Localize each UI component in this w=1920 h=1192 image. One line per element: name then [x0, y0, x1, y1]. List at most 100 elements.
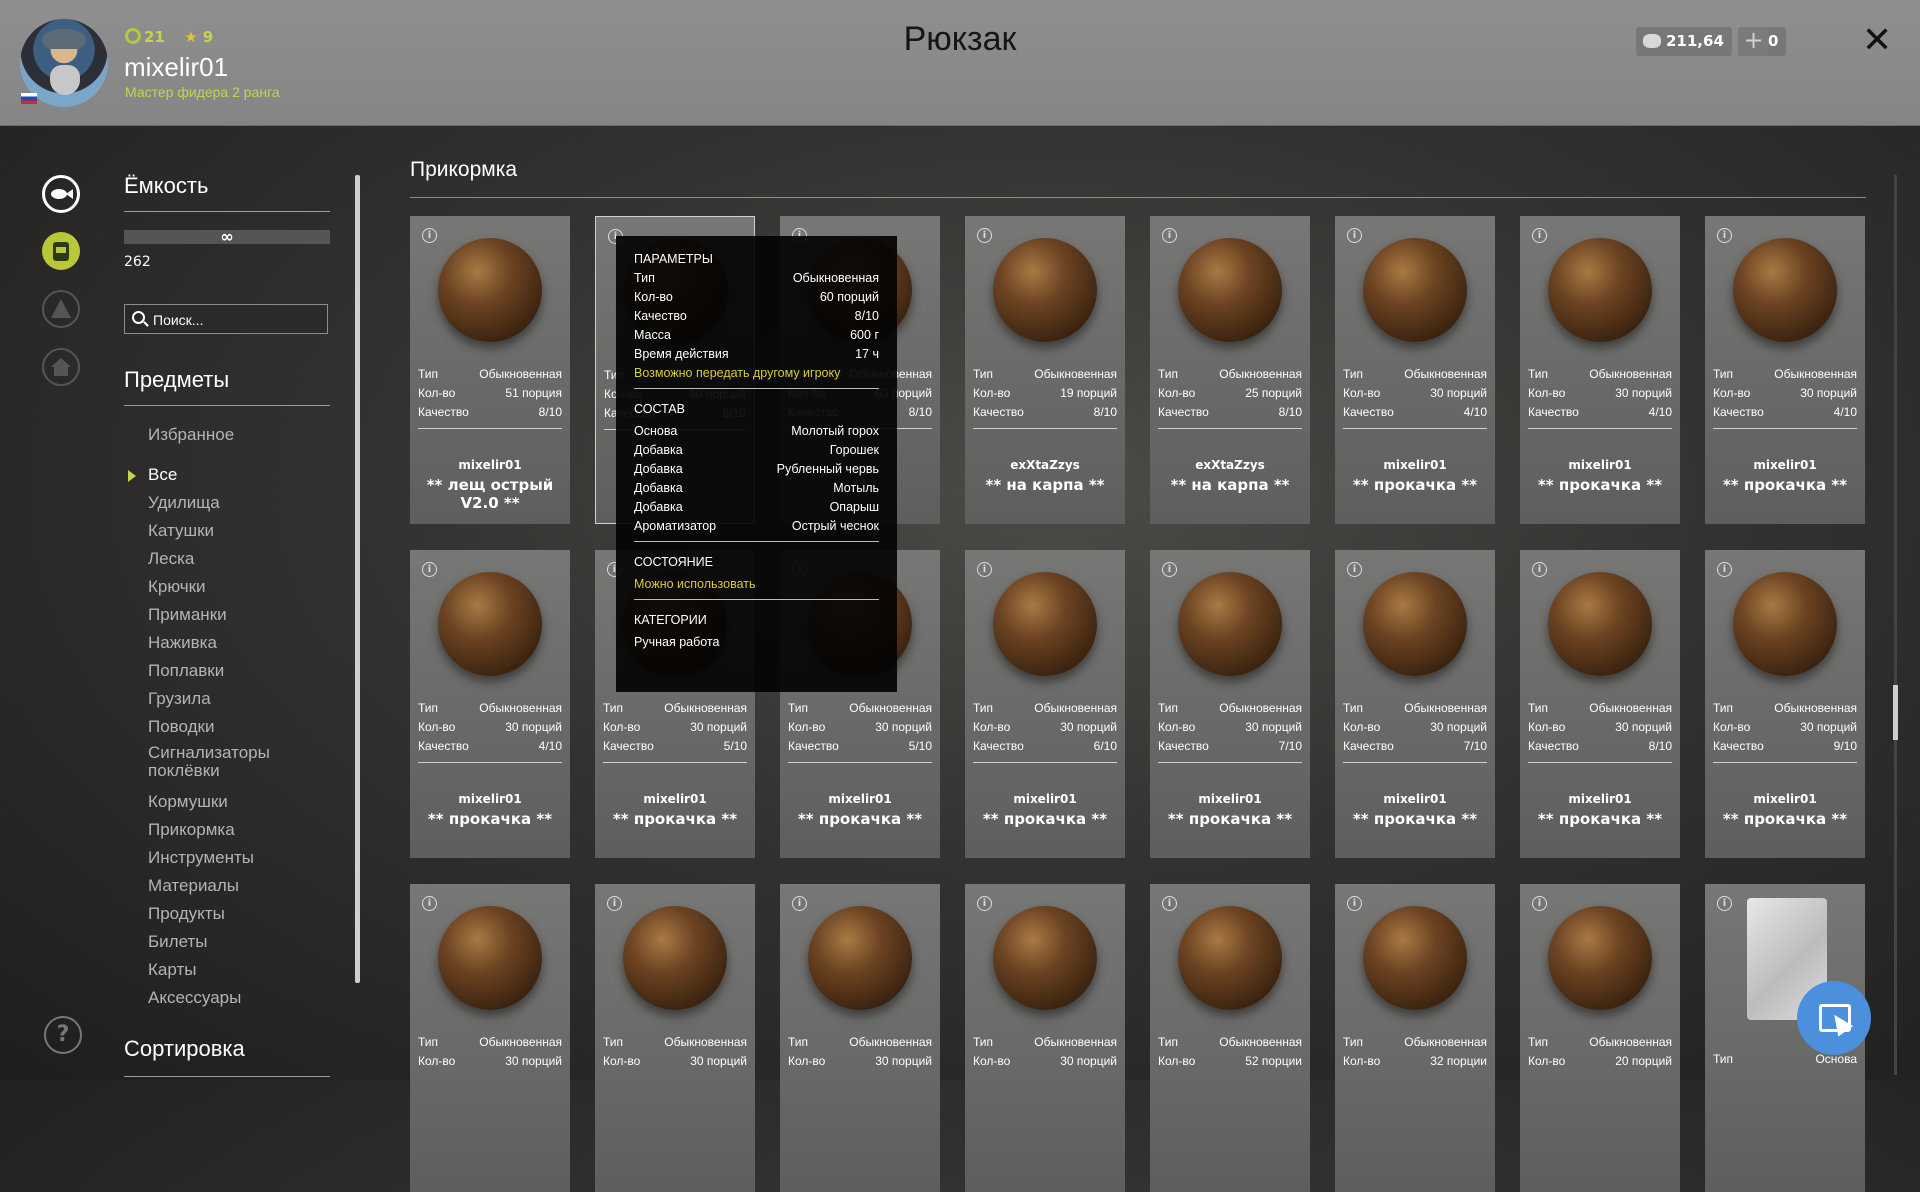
items-heading: Предметы [124, 367, 230, 392]
bait-item-card[interactable]: i Тип Обыкновенная Кол-во 30 порций Качество 4… [1520, 216, 1680, 524]
card-divider [1528, 762, 1672, 763]
info-icon[interactable]: i [1347, 228, 1362, 243]
bait-item-card[interactable]: i Тип Обыкновенная Кол-во 30 порций Качество 9… [1705, 550, 1865, 858]
close-button[interactable]: ✕ [1862, 20, 1892, 61]
sidebar-item-category[interactable]: Крючки [148, 573, 288, 601]
cursor-mode-button[interactable] [1797, 981, 1871, 1055]
sidebar-scrollbar[interactable] [355, 175, 360, 983]
sidebar-item-category[interactable]: Аксессуары [148, 984, 288, 1012]
info-icon[interactable]: i [977, 562, 992, 577]
type-value: Обыкновенная [1589, 1035, 1672, 1049]
info-icon[interactable]: i [1347, 562, 1362, 577]
count-label: Кол-во [418, 720, 456, 734]
info-icon[interactable]: i [422, 228, 437, 243]
info-icon[interactable]: i [422, 562, 437, 577]
sidebar-item-category[interactable]: Инструменты [148, 844, 288, 872]
fish-icon[interactable] [42, 175, 80, 213]
info-icon[interactable]: i [1717, 228, 1732, 243]
sort-heading[interactable]: Сортировка [124, 1036, 245, 1062]
bait-item-card[interactable]: i Тип Обыкновенная Кол-во 30 порций Качество 4… [410, 550, 570, 858]
info-icon[interactable]: i [607, 896, 622, 911]
divider [124, 1076, 330, 1077]
info-icon[interactable]: i [1162, 896, 1177, 911]
bait-item-card[interactable]: i Тип Обыкновенная Кол-во 30 порций Качество 4… [1705, 216, 1865, 524]
info-icon[interactable]: i [977, 896, 992, 911]
info-icon[interactable]: i [1717, 562, 1732, 577]
card-divider [1343, 762, 1487, 763]
help-icon[interactable]: ? [44, 1016, 82, 1054]
sidebar-item-category[interactable]: Катушки [148, 517, 288, 545]
sidebar-item-category[interactable]: Избранное [148, 421, 288, 449]
bait-item-card[interactable]: i Тип Обыкновенная Кол-во 30 порций Качество 6… [965, 550, 1125, 858]
card-divider [1343, 428, 1487, 429]
sidebar-item-category[interactable]: Продукты [148, 900, 288, 928]
camp-icon[interactable] [42, 290, 80, 328]
recipe-author: mixelir01 [828, 792, 892, 806]
sidebar-item-category[interactable]: Прикормка [148, 816, 288, 844]
groundbait-ball-image [1548, 906, 1652, 1010]
bait-item-card[interactable]: i Тип Обыкновенная Кол-во 32 порции [1335, 884, 1495, 1192]
category-label: Кормушки [148, 792, 228, 811]
state-value: Можно использовать [634, 577, 756, 591]
sidebar-item-category[interactable]: Удилища [148, 489, 288, 517]
composition-value: Горошек [829, 443, 879, 457]
sidebar-item-category[interactable]: Наживка [148, 629, 288, 657]
home-icon[interactable] [42, 348, 80, 386]
count-label: Кол-во [973, 1054, 1011, 1068]
info-icon[interactable]: i [1717, 896, 1732, 911]
bait-item-card[interactable]: i Тип Обыкновенная Кол-во 30 порций [410, 884, 570, 1192]
search-box[interactable] [124, 304, 328, 334]
sidebar-item-category[interactable]: Кормушки [148, 788, 288, 816]
bait-item-card[interactable]: i Тип Обыкновенная Кол-во 30 порций Качество 8… [1520, 550, 1680, 858]
bait-item-card[interactable]: i Тип Обыкновенная Кол-во 30 порций Качество 4… [1335, 216, 1495, 524]
composition-row: Добавка Рубленный червь [634, 462, 879, 479]
bait-item-card[interactable]: i Тип Обыкновенная Кол-во 20 порций [1520, 884, 1680, 1192]
info-icon[interactable]: i [1532, 228, 1547, 243]
sidebar-item-category[interactable]: Грузила [148, 685, 288, 713]
info-icon[interactable]: i [977, 228, 992, 243]
bait-item-card[interactable]: i Тип Обыкновенная Кол-во 30 порций [780, 884, 940, 1192]
info-icon[interactable]: i [1532, 896, 1547, 911]
sidebar-item-category[interactable]: Поводки [148, 713, 288, 741]
sidebar-item-category[interactable]: Билеты [148, 928, 288, 956]
russia-flag-icon [21, 93, 37, 104]
sidebar-item-category[interactable]: Поплавки [148, 657, 288, 685]
search-input[interactable] [151, 308, 325, 332]
backpack-icon[interactable] [42, 232, 80, 270]
quality-value: 4/10 [1463, 405, 1487, 419]
info-icon[interactable]: i [792, 896, 807, 911]
sidebar-item-category[interactable]: Леска [148, 545, 288, 573]
info-icon[interactable]: i [1532, 562, 1547, 577]
bait-item-card[interactable]: i Тип Обыкновенная Кол-во 25 порций Качество 8… [1150, 216, 1310, 524]
bait-item-card[interactable]: i Тип Обыкновенная Кол-во 30 порций [965, 884, 1125, 1192]
bait-item-card[interactable]: i Тип Обыкновенная Кол-во 51 порция Качество 8… [410, 216, 570, 524]
quality-label: Качество [603, 739, 654, 753]
scrollbar-thumb[interactable] [1893, 685, 1898, 740]
sidebar-item-category[interactable]: Материалы [148, 872, 288, 900]
groundbait-ball-image [1733, 572, 1837, 676]
info-icon[interactable]: i [1162, 228, 1177, 243]
type-label: Тип [418, 367, 439, 381]
bait-item-card[interactable]: i Тип Обыкновенная Кол-во 52 порции [1150, 884, 1310, 1192]
sidebar-item-category[interactable]: Карты [148, 956, 288, 984]
info-icon[interactable]: i [422, 896, 437, 911]
grid-scrollbar[interactable] [1893, 175, 1898, 1075]
silver-coins-icon [1643, 34, 1661, 48]
sidebar-item-category[interactable]: Все [128, 461, 288, 489]
sidebar-item-category[interactable]: Сигнализаторы поклёвки [148, 741, 288, 788]
bait-item-card[interactable]: i Тип Обыкновенная Кол-во 30 порций Качество 7… [1150, 550, 1310, 858]
add-currency-button[interactable]: + [1739, 27, 1768, 56]
composition-key: Добавка [634, 443, 683, 457]
info-icon[interactable]: i [1162, 562, 1177, 577]
composition-value: Рубленный червь [776, 462, 879, 476]
quality-value: 7/10 [1278, 739, 1302, 753]
card-divider [973, 762, 1117, 763]
category-label: Поводки [148, 717, 215, 736]
type-label: Тип [1713, 701, 1734, 715]
info-icon[interactable]: i [1347, 896, 1362, 911]
recipe-author: mixelir01 [1753, 458, 1817, 472]
bait-item-card[interactable]: i Тип Обыкновенная Кол-во 30 порций [595, 884, 755, 1192]
sidebar-item-category[interactable]: Приманки [148, 601, 288, 629]
bait-item-card[interactable]: i Тип Обыкновенная Кол-во 30 порций Качество 7… [1335, 550, 1495, 858]
bait-item-card[interactable]: i Тип Обыкновенная Кол-во 19 порций Качество 8… [965, 216, 1125, 524]
